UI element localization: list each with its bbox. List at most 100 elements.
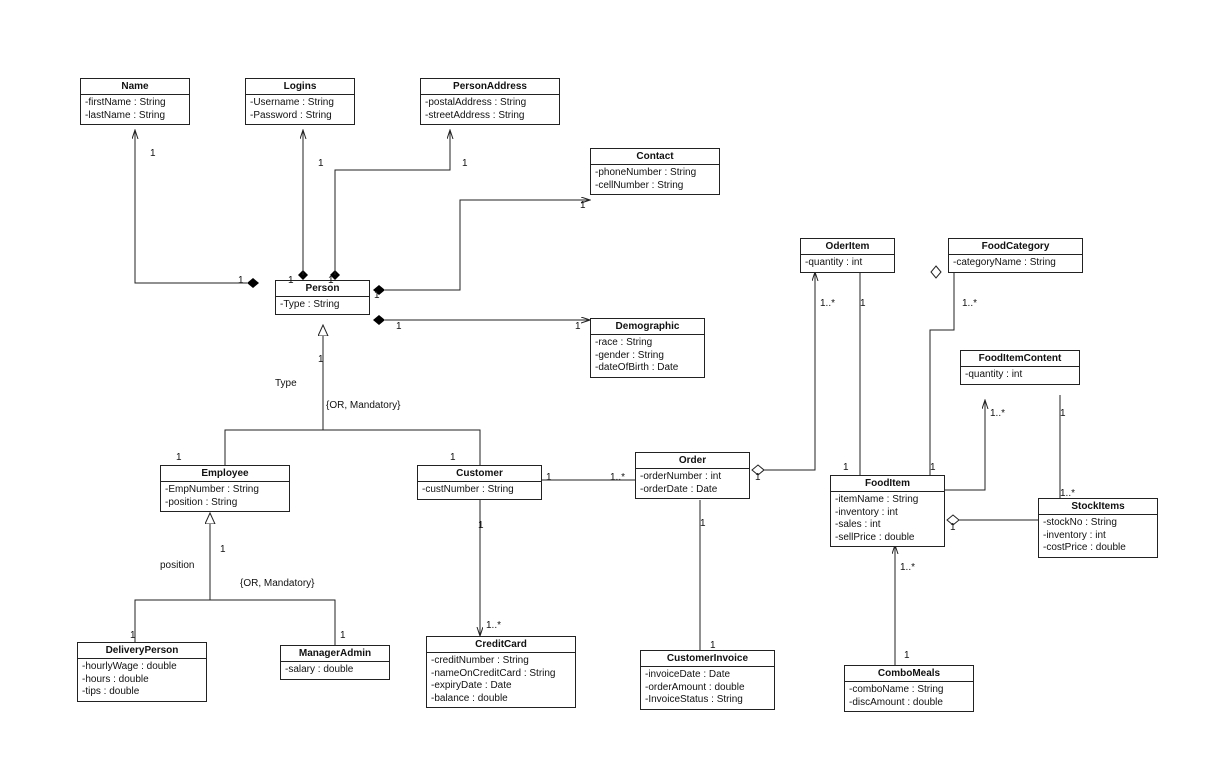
class-title: FoodCategory bbox=[949, 239, 1082, 255]
multiplicity-label: 1 bbox=[288, 275, 294, 286]
class-attribute: -EmpNumber : String bbox=[165, 484, 285, 497]
class-title: FoodItem bbox=[831, 476, 944, 492]
class-body: -Type : String bbox=[276, 297, 369, 314]
class-attribute: -Password : String bbox=[250, 110, 350, 123]
class-attribute: -creditNumber : String bbox=[431, 655, 571, 668]
class-Demographic: Demographic-race : String-gender : Strin… bbox=[590, 318, 705, 378]
multiplicity-label: 1 bbox=[843, 462, 849, 473]
class-attribute: -cellNumber : String bbox=[595, 180, 715, 193]
class-body: -hourlyWage : double-hours : double-tips… bbox=[78, 659, 206, 701]
class-attribute: -orderDate : Date bbox=[640, 484, 745, 497]
class-DeliveryPerson: DeliveryPerson-hourlyWage : double-hours… bbox=[77, 642, 207, 702]
class-attribute: -phoneNumber : String bbox=[595, 167, 715, 180]
multiplicity-label: 1 bbox=[546, 472, 552, 483]
class-attribute: -streetAddress : String bbox=[425, 110, 555, 123]
multiplicity-label: 1 bbox=[176, 452, 182, 463]
multiplicity-label: 1..* bbox=[486, 620, 501, 631]
class-attribute: -salary : double bbox=[285, 664, 385, 677]
class-body: -firstName : String-lastName : String bbox=[81, 95, 189, 124]
multiplicity-label: 1 bbox=[318, 158, 324, 169]
multiplicity-label: {OR, Mandatory} bbox=[326, 400, 400, 411]
class-attribute: -costPrice : double bbox=[1043, 542, 1153, 555]
class-FoodItem: FoodItem-itemName : String-inventory : i… bbox=[830, 475, 945, 547]
class-body: -categoryName : String bbox=[949, 255, 1082, 272]
multiplicity-label: 1 bbox=[860, 298, 866, 309]
multiplicity-label: 1 bbox=[478, 520, 484, 531]
class-attribute: -quantity : int bbox=[805, 257, 890, 270]
class-title: FoodItemContent bbox=[961, 351, 1079, 367]
multiplicity-label: 1 bbox=[755, 472, 761, 483]
class-body: -orderNumber : int-orderDate : Date bbox=[636, 469, 749, 498]
class-body: -phoneNumber : String-cellNumber : Strin… bbox=[591, 165, 719, 194]
class-body: -EmpNumber : String-position : String bbox=[161, 482, 289, 511]
class-attribute: -stockNo : String bbox=[1043, 517, 1153, 530]
class-title: Employee bbox=[161, 466, 289, 482]
multiplicity-label: 1 bbox=[340, 630, 346, 641]
class-title: ComboMeals bbox=[845, 666, 973, 682]
class-title: StockItems bbox=[1039, 499, 1157, 515]
class-body: -stockNo : String-inventory : int-costPr… bbox=[1039, 515, 1157, 557]
class-Employee: Employee-EmpNumber : String-position : S… bbox=[160, 465, 290, 512]
class-PersonAddress: PersonAddress-postalAddress : String-str… bbox=[420, 78, 560, 125]
class-Customer: Customer -custNumber : String bbox=[417, 465, 542, 500]
class-body: -itemName : String-inventory : int-sales… bbox=[831, 492, 944, 546]
class-title: Order bbox=[636, 453, 749, 469]
class-attribute: -tips : double bbox=[82, 686, 202, 699]
class-attribute: -quantity : int bbox=[965, 369, 1075, 382]
class-attribute: -hours : double bbox=[82, 674, 202, 687]
class-ManagerAdmin: ManagerAdmin-salary : double bbox=[280, 645, 390, 680]
multiplicity-label: 1 bbox=[130, 630, 136, 641]
class-ComboMeals: ComboMeals-comboName : String-discAmount… bbox=[844, 665, 974, 712]
multiplicity-label: 1 bbox=[1060, 408, 1066, 419]
class-OderItem: OderItem -quantity : int bbox=[800, 238, 895, 273]
class-attribute: -Type : String bbox=[280, 299, 365, 312]
class-attribute: -orderAmount : double bbox=[645, 682, 770, 695]
class-attribute: -position : String bbox=[165, 497, 285, 510]
class-body: -invoiceDate : Date-orderAmount : double… bbox=[641, 667, 774, 709]
class-CreditCard: CreditCard-creditNumber : String-nameOnC… bbox=[426, 636, 576, 708]
multiplicity-label: {OR, Mandatory} bbox=[240, 578, 314, 589]
multiplicity-label: 1..* bbox=[1060, 488, 1075, 499]
class-attribute: -sellPrice : double bbox=[835, 532, 940, 545]
class-body: -custNumber : String bbox=[418, 482, 541, 499]
class-attribute: -postalAddress : String bbox=[425, 97, 555, 110]
multiplicity-label: 1 bbox=[462, 158, 468, 169]
multiplicity-label: 1..* bbox=[900, 562, 915, 573]
class-body: -salary : double bbox=[281, 662, 389, 679]
class-body: -Username : String-Password : String bbox=[246, 95, 354, 124]
class-body: -comboName : String-discAmount : double bbox=[845, 682, 973, 711]
multiplicity-label: 1 bbox=[328, 275, 334, 286]
multiplicity-label: Type bbox=[275, 378, 297, 389]
multiplicity-label: 1 bbox=[450, 452, 456, 463]
multiplicity-label: 1 bbox=[575, 321, 581, 332]
class-attribute: -balance : double bbox=[431, 693, 571, 706]
multiplicity-label: 1..* bbox=[962, 298, 977, 309]
class-attribute: -dateOfBirth : Date bbox=[595, 362, 700, 375]
class-attribute: -categoryName : String bbox=[953, 257, 1078, 270]
class-title: Logins bbox=[246, 79, 354, 95]
class-attribute: -invoiceDate : Date bbox=[645, 669, 770, 682]
multiplicity-label: 1 bbox=[700, 518, 706, 529]
class-title: Demographic bbox=[591, 319, 704, 335]
class-attribute: -gender : String bbox=[595, 350, 700, 363]
class-attribute: -expiryDate : Date bbox=[431, 680, 571, 693]
class-title: Contact bbox=[591, 149, 719, 165]
class-attribute: -Username : String bbox=[250, 97, 350, 110]
class-attribute: -discAmount : double bbox=[849, 697, 969, 710]
class-title: Customer bbox=[418, 466, 541, 482]
class-body: -quantity : int bbox=[801, 255, 894, 272]
class-title: PersonAddress bbox=[421, 79, 559, 95]
class-attribute: -inventory : int bbox=[1043, 530, 1153, 543]
class-attribute: -firstName : String bbox=[85, 97, 185, 110]
class-title: DeliveryPerson bbox=[78, 643, 206, 659]
multiplicity-label: 1..* bbox=[990, 408, 1005, 419]
class-attribute: -custNumber : String bbox=[422, 484, 537, 497]
class-title: OderItem bbox=[801, 239, 894, 255]
class-body: -quantity : int bbox=[961, 367, 1079, 384]
class-title: CustomerInvoice bbox=[641, 651, 774, 667]
class-Contact: Contact-phoneNumber : String-cellNumber … bbox=[590, 148, 720, 195]
class-attribute: -sales : int bbox=[835, 519, 940, 532]
multiplicity-label: 1 bbox=[220, 544, 226, 555]
class-body: -postalAddress : String-streetAddress : … bbox=[421, 95, 559, 124]
multiplicity-label: 1 bbox=[580, 200, 586, 211]
